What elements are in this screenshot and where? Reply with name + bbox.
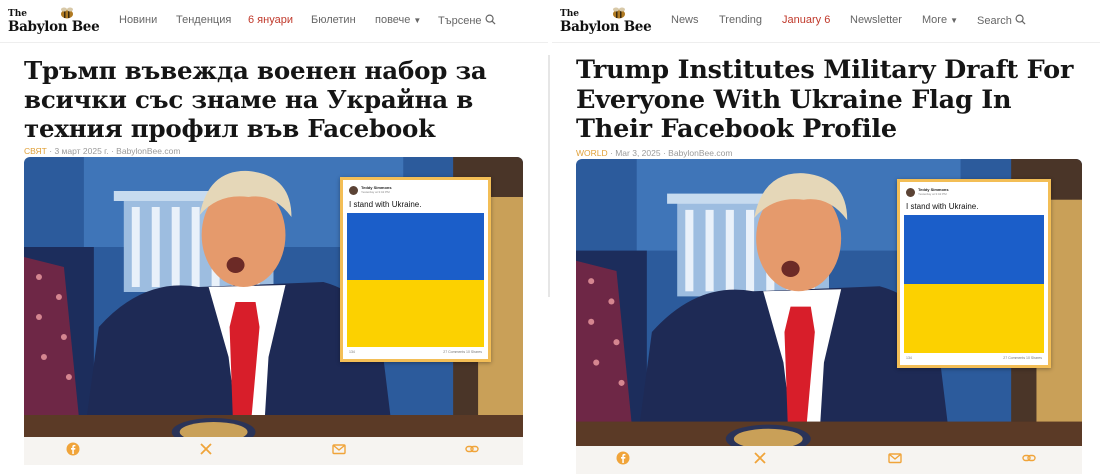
search-icon bbox=[485, 14, 496, 25]
site-header: The Babylon Bee Новини Тенденция 6 януар… bbox=[0, 0, 548, 43]
logo-the: The bbox=[560, 9, 579, 19]
logo-name: Babylon Bee bbox=[560, 19, 652, 35]
facebook-reactions: 134 bbox=[349, 350, 355, 354]
nav-more[interactable]: повече ▼ bbox=[375, 14, 421, 26]
facebook-reactions: 134 bbox=[906, 356, 912, 360]
facebook-post-time: Yesterday at 3:42 PM bbox=[361, 190, 390, 194]
share-link-button[interactable] bbox=[1022, 451, 1040, 469]
caret-down-icon: ▼ bbox=[950, 16, 958, 25]
article-meta: СВЯТ · 3 март 2025 г. · BabylonBee.com bbox=[24, 146, 180, 156]
search-icon bbox=[1015, 14, 1026, 25]
facebook-comments-shares: 27 Comments 10 Shares bbox=[1003, 356, 1042, 360]
ukraine-flag-blue-stripe bbox=[347, 213, 484, 280]
logo-name: Babylon Bee bbox=[8, 19, 100, 35]
logo-the: The bbox=[8, 9, 27, 19]
facebook-post-card: Teddy Simmons Yesterday at 3:42 PM I sta… bbox=[897, 179, 1051, 368]
article-date: Mar 3, 2025 bbox=[615, 148, 661, 158]
share-bar bbox=[24, 437, 523, 465]
nav-more-label: More bbox=[922, 14, 948, 26]
bee-icon bbox=[61, 7, 73, 19]
nav-newsletter[interactable]: Newsletter bbox=[850, 14, 902, 26]
email-icon bbox=[332, 444, 346, 455]
share-link-button[interactable] bbox=[465, 442, 483, 460]
article-source: BabylonBee.com bbox=[116, 146, 181, 156]
share-bar bbox=[576, 446, 1082, 474]
share-facebook-button[interactable] bbox=[616, 451, 634, 469]
facebook-icon bbox=[66, 442, 80, 456]
bee-icon bbox=[613, 7, 625, 19]
caret-down-icon: ▼ bbox=[413, 16, 422, 25]
facebook-post-time: Yesterday at 3:42 PM bbox=[918, 192, 947, 196]
avatar bbox=[906, 188, 915, 197]
facebook-post-text: I stand with Ukraine. bbox=[906, 202, 979, 211]
link-icon bbox=[465, 445, 479, 453]
share-x-button[interactable] bbox=[199, 442, 217, 460]
article-photo: Teddy Simmons Yesterday at 3:42 PM I sta… bbox=[24, 157, 523, 439]
nav-news[interactable]: News bbox=[671, 14, 699, 26]
share-x-button[interactable] bbox=[753, 451, 771, 469]
article-date: 3 март 2025 г. bbox=[54, 146, 109, 156]
facebook-post-card: Teddy Simmons Yesterday at 3:42 PM I sta… bbox=[340, 177, 491, 362]
nav-search[interactable]: Търсене bbox=[438, 14, 496, 27]
nav-search-label: Search bbox=[977, 15, 1012, 27]
share-email-button[interactable] bbox=[888, 451, 906, 469]
nav-search-label: Търсене bbox=[438, 15, 482, 27]
article-category[interactable]: WORLD bbox=[576, 148, 608, 158]
article-source: BabylonBee.com bbox=[668, 148, 733, 158]
nav-newsletter[interactable]: Бюлетин bbox=[311, 14, 356, 26]
article-panel-english: The Babylon Bee News Trending January 6 … bbox=[552, 0, 1100, 476]
article-headline: Trump Institutes Military Draft For Ever… bbox=[576, 55, 1074, 144]
facebook-post-text: I stand with Ukraine. bbox=[349, 200, 422, 209]
nav-trending[interactable]: Тенденция bbox=[176, 14, 231, 26]
share-facebook-button[interactable] bbox=[66, 442, 84, 460]
article-photo: Teddy Simmons Yesterday at 3:42 PM I sta… bbox=[576, 159, 1082, 446]
nav-more[interactable]: More ▼ bbox=[922, 14, 958, 26]
article-headline: Тръмп въвежда военен набор за всички със… bbox=[24, 56, 487, 143]
nav-date[interactable]: 6 януари bbox=[248, 14, 293, 26]
nav-trending[interactable]: Trending bbox=[719, 14, 762, 26]
x-icon bbox=[200, 443, 212, 455]
article-meta: WORLD · Mar 3, 2025 · BabylonBee.com bbox=[576, 148, 732, 158]
nav-date[interactable]: January 6 bbox=[782, 14, 830, 26]
ukraine-flag-yellow-stripe bbox=[904, 284, 1044, 353]
babylon-bee-logo[interactable]: The Babylon Bee bbox=[560, 7, 652, 35]
facebook-icon bbox=[616, 451, 630, 465]
site-header: The Babylon Bee News Trending January 6 … bbox=[552, 0, 1100, 43]
ukraine-flag-blue-stripe bbox=[904, 215, 1044, 284]
ukraine-flag-yellow-stripe bbox=[347, 280, 484, 347]
nav-search[interactable]: Search bbox=[977, 14, 1026, 27]
article-category[interactable]: СВЯТ bbox=[24, 146, 47, 156]
link-icon bbox=[1022, 454, 1036, 462]
article-panel-bulgarian: The Babylon Bee Новини Тенденция 6 януар… bbox=[0, 0, 548, 476]
nav-more-label: повече bbox=[375, 14, 411, 26]
share-email-button[interactable] bbox=[332, 442, 350, 460]
x-icon bbox=[754, 452, 766, 464]
babylon-bee-logo[interactable]: The Babylon Bee bbox=[8, 7, 100, 35]
facebook-comments-shares: 27 Comments 10 Shares bbox=[443, 350, 482, 354]
avatar bbox=[349, 186, 358, 195]
email-icon bbox=[888, 453, 902, 464]
nav-news[interactable]: Новини bbox=[119, 14, 157, 26]
